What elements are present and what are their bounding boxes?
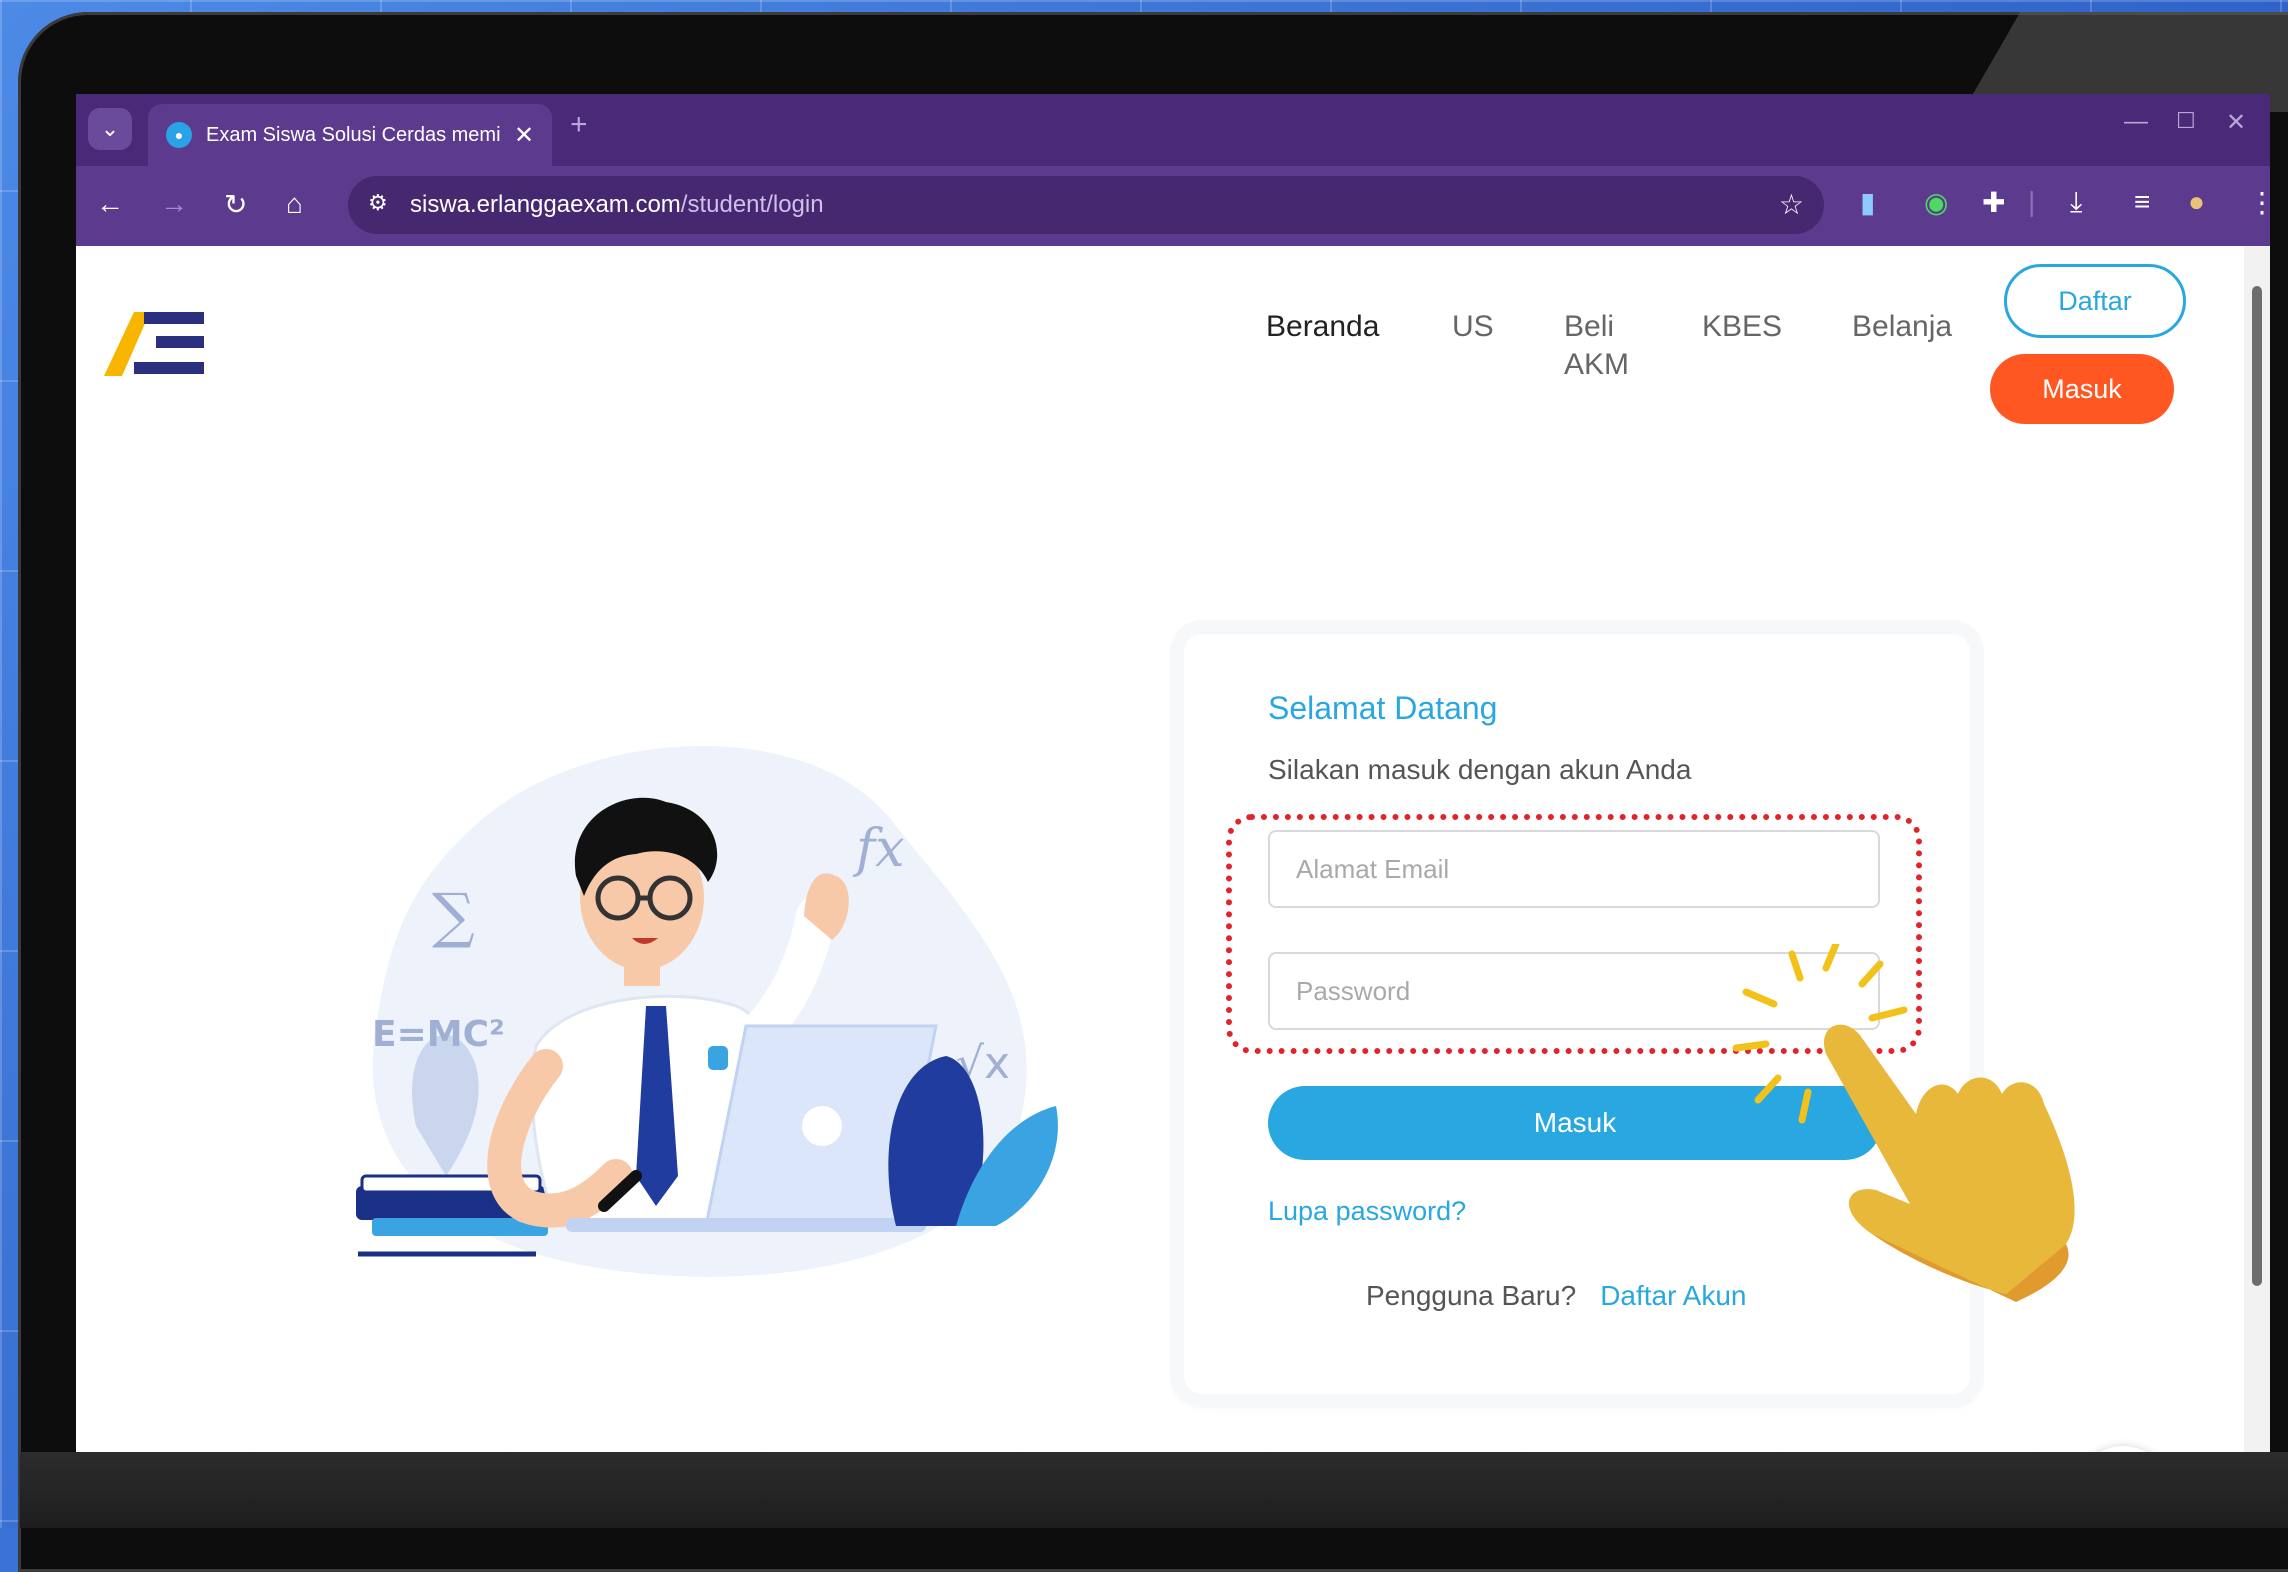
new-tab-button[interactable]: + — [570, 108, 588, 142]
new-user-label: Pengguna Baru? — [1366, 1280, 1577, 1311]
minimize-window-icon[interactable]: — — [2124, 108, 2148, 136]
address-bar[interactable]: ⚙ siswa.erlanggaexam.com/student/login ☆ — [348, 176, 1824, 234]
browser-tab-strip: ⌄ ● Exam Siswa Solusi Cerdas memi ✕ + — … — [76, 94, 2270, 166]
masuk-header-button[interactable]: Masuk — [1990, 354, 2174, 424]
reload-icon[interactable]: ↻ — [224, 188, 247, 221]
site-favicon-icon: ● — [166, 122, 192, 148]
toolbar-divider: | — [2028, 186, 2036, 217]
nav-beli-line1: Beli — [1564, 310, 1615, 343]
nav-beli-line2: AKM — [1564, 348, 1630, 381]
browser-menu-icon[interactable]: ⋮ — [2248, 186, 2270, 219]
back-arrow-icon[interactable]: ← — [96, 188, 124, 220]
sigma-symbol: ∑ — [432, 881, 475, 951]
login-subtitle: Silakan masuk dengan akun Anda — [1268, 754, 1692, 785]
student-illustration: ∑ E=MC² fx √x — [356, 746, 1058, 1277]
daftar-button[interactable]: Daftar — [2004, 264, 2186, 338]
nav-beli-akm[interactable]: Beli AKM — [1564, 308, 1629, 384]
new-user-row: Pengguna Baru? Daftar Akun — [1366, 1280, 1747, 1312]
extension-eye-icon[interactable]: ◉ — [1924, 186, 1948, 219]
close-window-icon[interactable]: ✕ — [2226, 108, 2246, 137]
scrollbar-thumb[interactable] — [2252, 286, 2262, 1286]
chevron-down-icon: ⌄ — [100, 116, 120, 141]
nav-kbes[interactable]: KBES — [1702, 308, 1782, 346]
reading-list-icon[interactable]: ≡ — [2134, 186, 2150, 218]
pointing-hand-icon — [1732, 944, 2075, 1302]
whatsapp-chat-button[interactable] — [2074, 1446, 2172, 1452]
forward-arrow-icon[interactable]: → — [160, 188, 188, 220]
url-host: siswa.erlanggaexam.com — [410, 191, 681, 218]
laptop-bottom-edge — [20, 1452, 2288, 1528]
browser-tab[interactable]: ● Exam Siswa Solusi Cerdas memi ✕ — [148, 104, 552, 166]
site-settings-icon[interactable]: ⚙ — [368, 190, 388, 216]
page-scrollbar[interactable] — [2244, 246, 2270, 1452]
web-page: Beranda US Beli AKM KBES Belanja Daftar … — [76, 246, 2270, 1452]
laptop-screen: ⌄ ● Exam Siswa Solusi Cerdas memi ✕ + — … — [76, 94, 2270, 1452]
login-title: Selamat Datang — [1268, 690, 1498, 726]
profile-avatar-icon[interactable]: ● — [2188, 186, 2205, 218]
bookmark-star-icon[interactable]: ☆ — [1779, 188, 1804, 221]
url-text: siswa.erlanggaexam.com/student/login — [410, 191, 824, 219]
extensions-puzzle-icon[interactable]: ✚ — [1982, 186, 2005, 219]
maximize-window-icon[interactable]: ☐ — [2176, 108, 2196, 134]
download-icon[interactable]: ⤓ — [2070, 186, 2082, 219]
nav-us[interactable]: US — [1452, 308, 1494, 346]
browser-toolbar: ← → ↻ ⌂ ⚙ siswa.erlanggaexam.com/student… — [76, 166, 2270, 246]
tab-search-button[interactable]: ⌄ — [88, 108, 132, 150]
forgot-password-link[interactable]: Lupa password? — [1268, 1196, 1466, 1227]
url-path: /student/login — [680, 191, 824, 218]
email-field[interactable] — [1268, 830, 1880, 908]
fx-symbol: fx — [852, 819, 905, 879]
close-tab-icon[interactable]: ✕ — [510, 121, 538, 150]
nav-beranda[interactable]: Beranda — [1266, 308, 1379, 346]
nav-belanja[interactable]: Belanja — [1852, 308, 1952, 346]
erlangga-logo[interactable] — [104, 308, 208, 378]
emc2-formula: E=MC² — [372, 1014, 505, 1055]
home-icon[interactable]: ⌂ — [286, 188, 303, 220]
extension-sidebar-icon[interactable]: ▮ — [1860, 186, 1875, 219]
tab-title: Exam Siswa Solusi Cerdas memi — [206, 123, 501, 146]
